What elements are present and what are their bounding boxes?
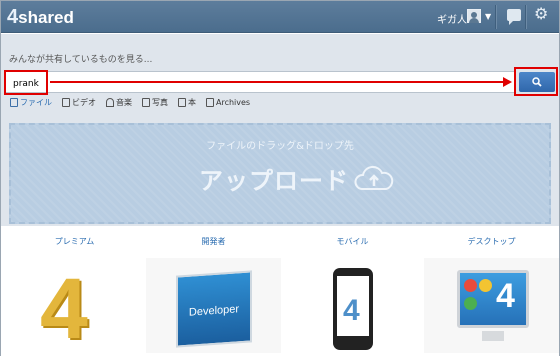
upload-title[interactable]: アップロード (199, 161, 349, 196)
user-icon[interactable] (467, 9, 481, 23)
category-mobile[interactable]: モバイル (283, 236, 422, 247)
filter-music[interactable]: 音楽 (106, 97, 132, 108)
filter-books[interactable]: 本 (178, 97, 196, 108)
chat-icon[interactable] (507, 9, 521, 25)
user-name[interactable]: ギガ人 (437, 11, 467, 26)
developer-tile[interactable]: Developer (146, 258, 281, 353)
phone-screen: 4 (337, 276, 369, 336)
filter-bar: ファイル ビデオ 音楽 写真 本 Archives (10, 97, 250, 108)
category-developer[interactable]: 開発者 (144, 236, 283, 247)
photo-icon (142, 98, 150, 107)
apple-icon (464, 279, 477, 292)
filter-archives[interactable]: Archives (206, 97, 250, 108)
developer-label: Developer (188, 303, 240, 319)
category-premium[interactable]: プレミアム (5, 236, 144, 247)
divider (525, 5, 526, 29)
category-desktop[interactable]: デスクトップ (422, 236, 560, 247)
archive-icon (206, 98, 214, 107)
developer-box-image: Developer (176, 270, 252, 348)
headphones-icon (106, 98, 114, 107)
phone-image: 4 (333, 268, 373, 350)
file-icon (10, 98, 18, 107)
video-icon (62, 98, 70, 107)
filter-video[interactable]: ビデオ (62, 97, 96, 108)
book-icon (178, 98, 186, 107)
annotation-highlight-input (4, 70, 48, 95)
monitor-image: 4 (457, 270, 529, 328)
windows-icon (464, 297, 477, 310)
premium-tile[interactable]: 4 (6, 258, 141, 353)
filter-files[interactable]: ファイル (10, 97, 52, 108)
logo[interactable]: 4shared (7, 6, 74, 29)
annotation-highlight-button (514, 67, 558, 96)
upload-dropzone[interactable]: ファイルのドラッグ&ドロップ先 アップロード (9, 123, 551, 224)
annotation-arrow (50, 81, 505, 83)
filter-photos[interactable]: 写真 (142, 97, 168, 108)
gear-icon[interactable]: ⚙ (534, 6, 548, 22)
category-section: プレミアム 開発者 モバイル デスクトップ 4 Developer 4 4 (1, 226, 559, 356)
monitor-stand (482, 331, 504, 341)
linux-icon (479, 279, 492, 292)
chevron-down-icon[interactable]: ▼ (485, 12, 491, 21)
desktop-logo: 4 (496, 277, 515, 315)
top-bar: 4shared ギガ人 ▼ ⚙ (1, 1, 559, 33)
premium-logo: 4 (40, 261, 88, 353)
phone-logo: 4 (343, 294, 360, 327)
dropzone-hint: ファイルのドラッグ&ドロップ先 (206, 141, 354, 152)
desktop-tile[interactable]: 4 (424, 258, 559, 353)
annotation-arrow-head (503, 77, 512, 87)
mobile-tile[interactable]: 4 (285, 258, 420, 353)
cloud-upload-icon (354, 165, 394, 190)
search-section: みんなが共有しているものを見る... ファイル ビデオ 音楽 写真 本 Arch… (1, 34, 559, 226)
search-hint: みんなが共有しているものを見る... (9, 55, 153, 65)
divider (495, 5, 496, 29)
